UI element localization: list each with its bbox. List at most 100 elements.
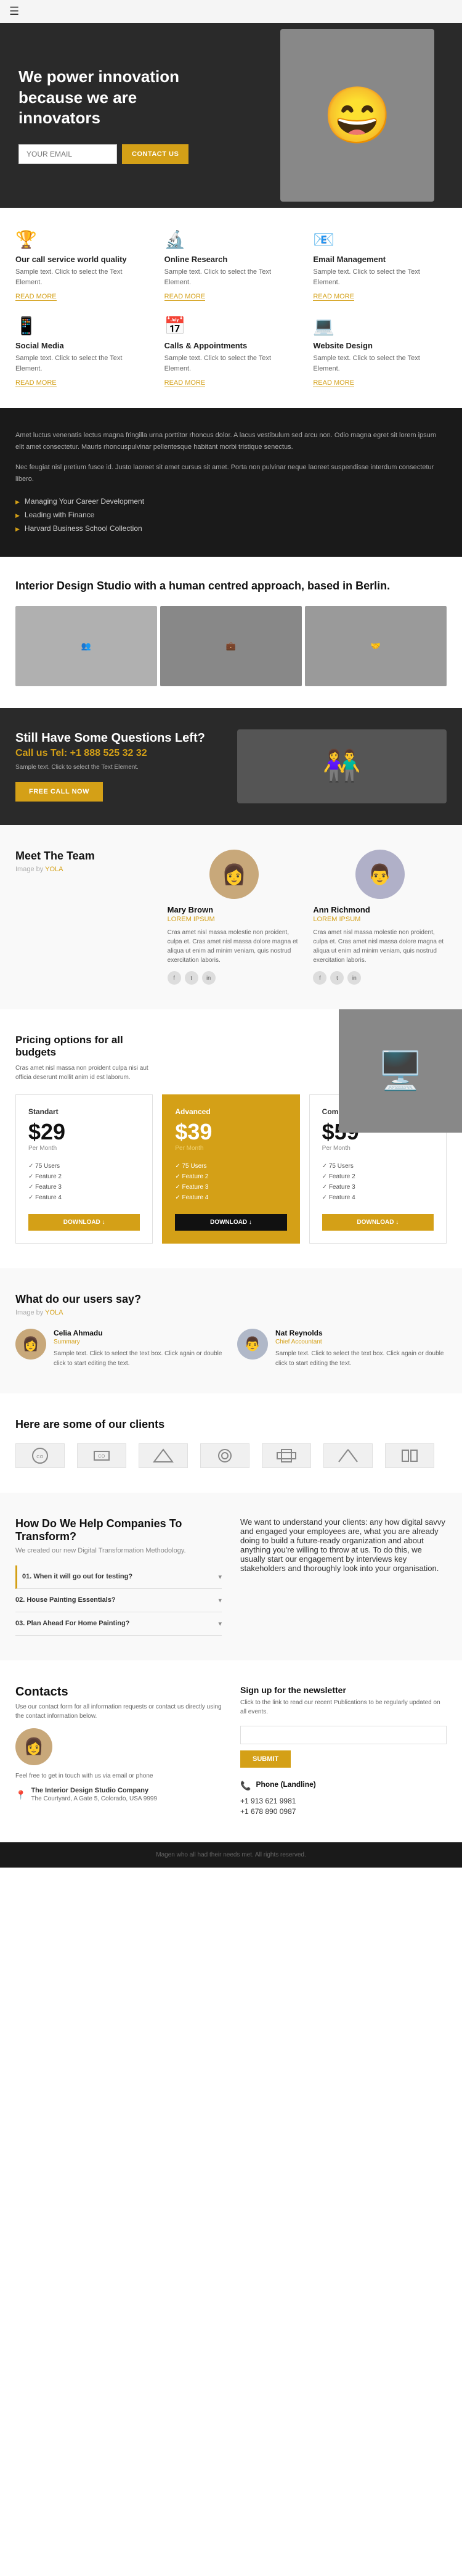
faq-item-2[interactable]: 03. Plan Ahead For Home Painting? ▾ bbox=[15, 1612, 222, 1636]
hero-person-photo: 😄 bbox=[280, 29, 434, 202]
pricing-subtitle: Cras amet nisl massa non proident culpa … bbox=[15, 1064, 155, 1082]
service-link-1[interactable]: READ MORE bbox=[164, 293, 206, 301]
pricing-section: Pricing options for all budgets Cras ame… bbox=[0, 1009, 462, 1268]
faq-item-0[interactable]: 01. When it will go out for testing? ▾ bbox=[15, 1565, 222, 1589]
pricing-feature-1-3: Feature 4 bbox=[175, 1192, 286, 1203]
service-title-3: Social Media bbox=[15, 341, 149, 350]
newsletter-email-input[interactable] bbox=[240, 1726, 447, 1744]
clients-title: Here are some of our clients bbox=[15, 1418, 447, 1431]
email-input[interactable] bbox=[18, 144, 117, 164]
testimonial-item-0: 👩 Celia Ahmadu Summary Sample text. Clic… bbox=[15, 1329, 225, 1369]
contact-address: The Courtyard, A Gate 5, Colorado, USA 9… bbox=[31, 1794, 157, 1803]
clients-logos: CO CO bbox=[15, 1443, 447, 1468]
hero-content: We power innovation because we are innov… bbox=[18, 67, 191, 164]
cta-desc: Sample text. Click to select the Text El… bbox=[15, 764, 225, 771]
testimonial-content-1: Nat Reynolds Chief Accountant Sample tex… bbox=[275, 1329, 447, 1369]
studio-photo-2: 💼 bbox=[160, 606, 302, 686]
group-icon: 👫 bbox=[323, 748, 361, 784]
testimonials-grid: 👩 Celia Ahmadu Summary Sample text. Clic… bbox=[15, 1329, 447, 1369]
phone-title: Phone (Landline) bbox=[256, 1780, 315, 1789]
about-list-item-2: Harvard Business School Collection bbox=[15, 522, 447, 535]
facebook-icon-0[interactable]: f bbox=[168, 971, 181, 985]
client-logo-2 bbox=[139, 1443, 188, 1468]
facebook-icon-1[interactable]: f bbox=[313, 971, 326, 985]
studio-photo-3: 🤝 bbox=[305, 606, 447, 686]
phone-icon: 📞 bbox=[240, 1781, 251, 1791]
pricing-feature-2-3: Feature 4 bbox=[322, 1192, 434, 1203]
pricing-download-2[interactable]: DOWNLOAD ↓ bbox=[322, 1214, 434, 1231]
service-link-0[interactable]: READ MORE bbox=[15, 293, 57, 301]
services-section: 🏆 Our call service world quality Sample … bbox=[0, 208, 462, 408]
faq-right-text: We want to understand your clients: any … bbox=[240, 1517, 447, 1573]
team-bio-0: Cras amet nisl massa molestie non proide… bbox=[168, 928, 301, 965]
team-name-1: Ann Richmond bbox=[313, 905, 447, 914]
pricing-title: Pricing options for all budgets bbox=[15, 1034, 155, 1059]
service-item-2: 📧 Email Management Sample text. Click to… bbox=[313, 229, 447, 300]
testimonials-image-link[interactable]: YOLA bbox=[45, 1309, 63, 1316]
service-link-5[interactable]: READ MORE bbox=[313, 379, 354, 387]
studio-photo-icon-2: 💼 bbox=[226, 641, 236, 651]
team-section: Meet The Team Image by YOLA 👩 Mary Brown… bbox=[0, 825, 462, 1009]
team-name-0: Mary Brown bbox=[168, 905, 301, 914]
pricing-bg-icon: 🖥️ bbox=[378, 1049, 424, 1093]
pricing-download-1[interactable]: DOWNLOAD ↓ bbox=[175, 1214, 286, 1231]
service-icon-1: 🔬 bbox=[164, 229, 298, 250]
service-link-3[interactable]: READ MORE bbox=[15, 379, 57, 387]
testimonial-text-1: Sample text. Click to select the text bo… bbox=[275, 1349, 447, 1369]
free-call-button[interactable]: FREE CALL NOW bbox=[15, 782, 103, 802]
team-left: Meet The Team Image by YOLA bbox=[15, 850, 155, 985]
faq-title: How Do We Help Companies To Transform? bbox=[15, 1517, 222, 1543]
service-link-4[interactable]: READ MORE bbox=[164, 379, 206, 387]
contacts-note: Feel free to get in touch with us via em… bbox=[15, 1773, 222, 1779]
faq-subtitle: We created our new Digital Transformatio… bbox=[15, 1547, 222, 1554]
phone-number-1: +1 678 890 0987 bbox=[240, 1807, 447, 1816]
studio-title: Interior Design Studio with a human cent… bbox=[15, 578, 447, 594]
pricing-features-2: 75 Users Feature 2 Feature 3 Feature 4 bbox=[322, 1161, 434, 1203]
faq-item-1[interactable]: 02. House Painting Essentials? ▾ bbox=[15, 1589, 222, 1612]
about-para2: Nec feugiat nisl pretium fusce id. Justo… bbox=[15, 462, 447, 485]
team-member-1: 👨 Ann Richmond LOREM IPSUM Cras amet nis… bbox=[313, 850, 447, 985]
pricing-feature-1-0: 75 Users bbox=[175, 1161, 286, 1171]
linkedin-icon-1[interactable]: in bbox=[347, 971, 361, 985]
contacts-title: Contacts bbox=[15, 1685, 222, 1699]
faq-arrow-1: ▾ bbox=[218, 1596, 222, 1604]
service-title-0: Our call service world quality bbox=[15, 255, 149, 264]
footer-text: Magen who all had their needs met. All r… bbox=[15, 1852, 447, 1858]
contacts-subtitle: Use our contact form for all information… bbox=[15, 1702, 222, 1721]
twitter-icon-1[interactable]: t bbox=[330, 971, 344, 985]
team-image-link[interactable]: YOLA bbox=[45, 866, 63, 873]
testimonial-content-0: Celia Ahmadu Summary Sample text. Click … bbox=[54, 1329, 225, 1369]
contacts-section: Contacts Use our contact form for all in… bbox=[0, 1660, 462, 1842]
clients-section: Here are some of our clients CO CO bbox=[0, 1393, 462, 1493]
testimonial-text-0: Sample text. Click to select the text bo… bbox=[54, 1349, 225, 1369]
linkedin-icon-0[interactable]: in bbox=[202, 971, 216, 985]
service-title-1: Online Research bbox=[164, 255, 298, 264]
studio-photo-icon-1: 👥 bbox=[81, 641, 91, 651]
header: ☰ bbox=[0, 0, 462, 23]
newsletter-subtitle: Click to the link to read our recent Pub… bbox=[240, 1698, 447, 1717]
contact-us-button[interactable]: CONTACT US bbox=[122, 144, 188, 164]
pricing-feature-2-0: 75 Users bbox=[322, 1161, 434, 1171]
studio-photo-icon-3: 🤝 bbox=[371, 641, 381, 651]
hamburger-menu-icon[interactable]: ☰ bbox=[9, 5, 19, 18]
service-desc-5: Sample text. Click to select the Text El… bbox=[313, 353, 447, 374]
faq-question-2: 03. Plan Ahead For Home Painting? bbox=[15, 1620, 129, 1627]
svg-text:CO: CO bbox=[98, 1454, 105, 1459]
team-title: Meet The Team bbox=[15, 850, 155, 863]
testimonial-name-0: Celia Ahmadu bbox=[54, 1329, 225, 1337]
testimonial-avatar-0: 👩 bbox=[15, 1329, 46, 1360]
pricing-download-0[interactable]: DOWNLOAD ↓ bbox=[28, 1214, 140, 1231]
service-title-2: Email Management bbox=[313, 255, 447, 264]
faq-section: How Do We Help Companies To Transform? W… bbox=[0, 1493, 462, 1660]
hero-headline: We power innovation because we are innov… bbox=[18, 67, 191, 129]
team-social-1: f t in bbox=[313, 971, 447, 985]
newsletter-submit-button[interactable]: SUBMIT bbox=[240, 1750, 291, 1768]
pricing-card-0: Standart $29 Per Month 75 Users Feature … bbox=[15, 1094, 153, 1244]
faq-arrow-2: ▾ bbox=[218, 1620, 222, 1628]
twitter-icon-0[interactable]: t bbox=[185, 971, 198, 985]
pricing-price-0: $29 bbox=[28, 1119, 140, 1145]
service-desc-0: Sample text. Click to select the Text El… bbox=[15, 267, 149, 287]
service-desc-3: Sample text. Click to select the Text El… bbox=[15, 353, 149, 374]
service-desc-2: Sample text. Click to select the Text El… bbox=[313, 267, 447, 287]
service-link-2[interactable]: READ MORE bbox=[313, 293, 354, 301]
